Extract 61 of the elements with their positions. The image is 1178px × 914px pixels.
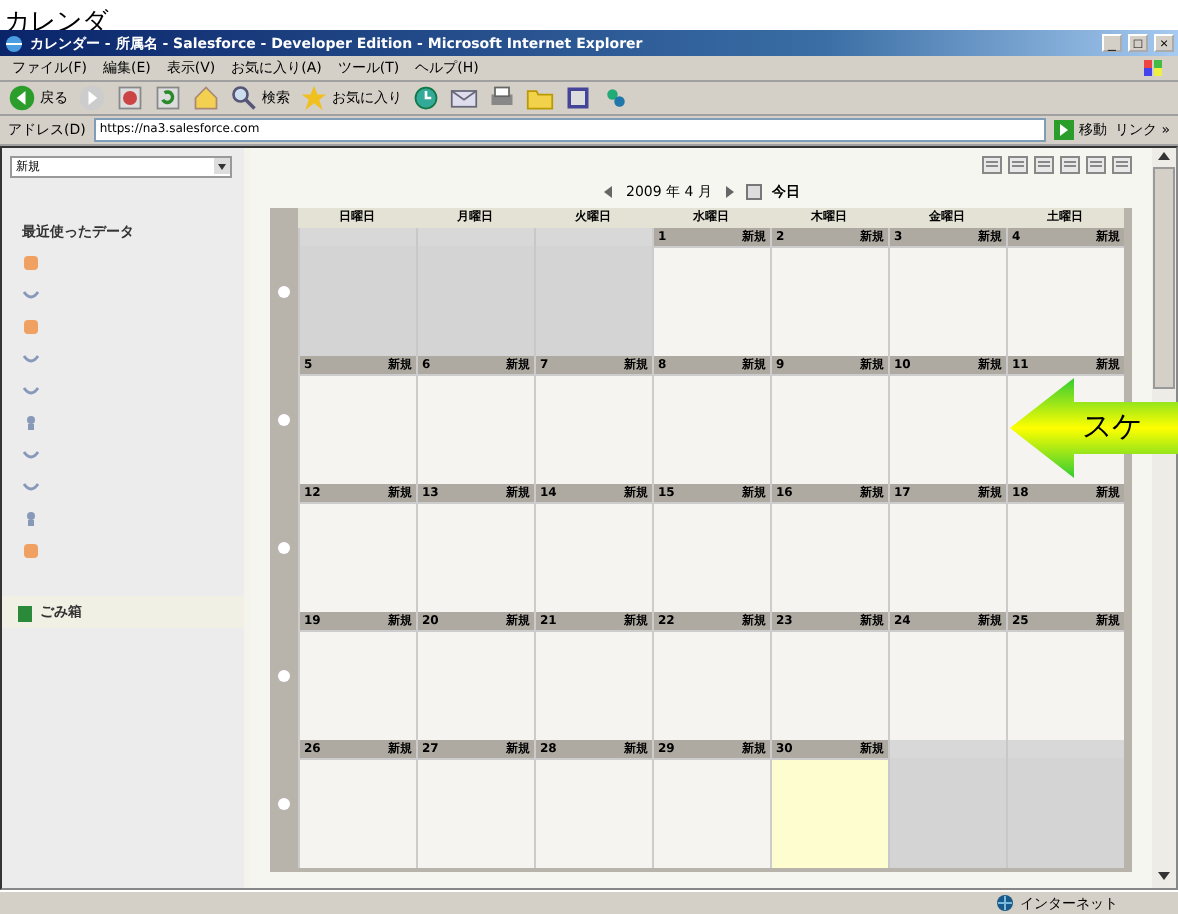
day-cell[interactable] [416, 630, 534, 740]
day-cell[interactable] [416, 758, 534, 868]
day-cell[interactable] [534, 758, 652, 868]
day-cell[interactable] [770, 758, 888, 868]
next-month-icon[interactable] [721, 184, 736, 200]
dropdown-arrow-icon [214, 158, 230, 174]
day-cell[interactable] [652, 758, 770, 868]
day-cell[interactable] [416, 502, 534, 612]
account-icon[interactable] [22, 542, 40, 560]
folder-icon[interactable] [526, 84, 554, 112]
account-icon[interactable] [22, 318, 40, 336]
day-cell[interactable] [888, 374, 1006, 484]
day-view-icon[interactable] [982, 156, 1002, 174]
history-icon[interactable] [412, 84, 440, 112]
home-icon[interactable] [192, 84, 220, 112]
day-cell[interactable] [888, 630, 1006, 740]
day-cell[interactable] [1006, 630, 1124, 740]
day-cell[interactable] [534, 502, 652, 612]
day-cell[interactable] [1006, 246, 1124, 356]
day-cell[interactable] [770, 374, 888, 484]
globe-icon [996, 894, 1014, 912]
trash-icon [18, 603, 32, 621]
day-cell[interactable] [534, 374, 652, 484]
binder-hole-icon [278, 414, 290, 426]
windows-flag-icon [1142, 58, 1166, 78]
person-icon[interactable] [22, 414, 40, 432]
binder-hole-icon [278, 798, 290, 810]
back-icon [8, 84, 36, 112]
day-cell[interactable] [770, 246, 888, 356]
day-cell[interactable] [770, 630, 888, 740]
account-icon[interactable] [22, 254, 40, 272]
day-cell[interactable] [652, 374, 770, 484]
day-cell[interactable] [770, 502, 888, 612]
day-cell[interactable] [416, 374, 534, 484]
search-icon [230, 84, 258, 112]
previous-month-icon[interactable] [602, 184, 617, 200]
day-cell[interactable] [1006, 502, 1124, 612]
day-cell[interactable] [888, 502, 1006, 612]
day-cell[interactable] [298, 630, 416, 740]
day-cell[interactable] [652, 502, 770, 612]
binder-hole-icon [278, 542, 290, 554]
contact-icon[interactable] [22, 286, 40, 304]
forward-icon[interactable] [78, 84, 106, 112]
mail-icon[interactable] [450, 84, 478, 112]
ie-logo-icon [4, 33, 24, 53]
star-icon [300, 84, 328, 112]
messenger-icon[interactable] [602, 84, 630, 112]
day-cell[interactable] [534, 630, 652, 740]
refresh-icon[interactable] [154, 84, 182, 112]
go-arrow-icon [1054, 120, 1075, 140]
day-cell[interactable] [298, 758, 416, 868]
day-cell[interactable] [652, 246, 770, 356]
callout-text: スケ [1082, 408, 1142, 444]
binder-hole-icon [278, 670, 290, 682]
person-icon[interactable] [22, 510, 40, 528]
day-cell[interactable] [888, 246, 1006, 356]
day-cell[interactable] [652, 630, 770, 740]
stop-icon[interactable] [116, 84, 144, 112]
day-cell[interactable] [298, 502, 416, 612]
binder-hole-icon [278, 286, 290, 298]
day-cell[interactable] [298, 374, 416, 484]
